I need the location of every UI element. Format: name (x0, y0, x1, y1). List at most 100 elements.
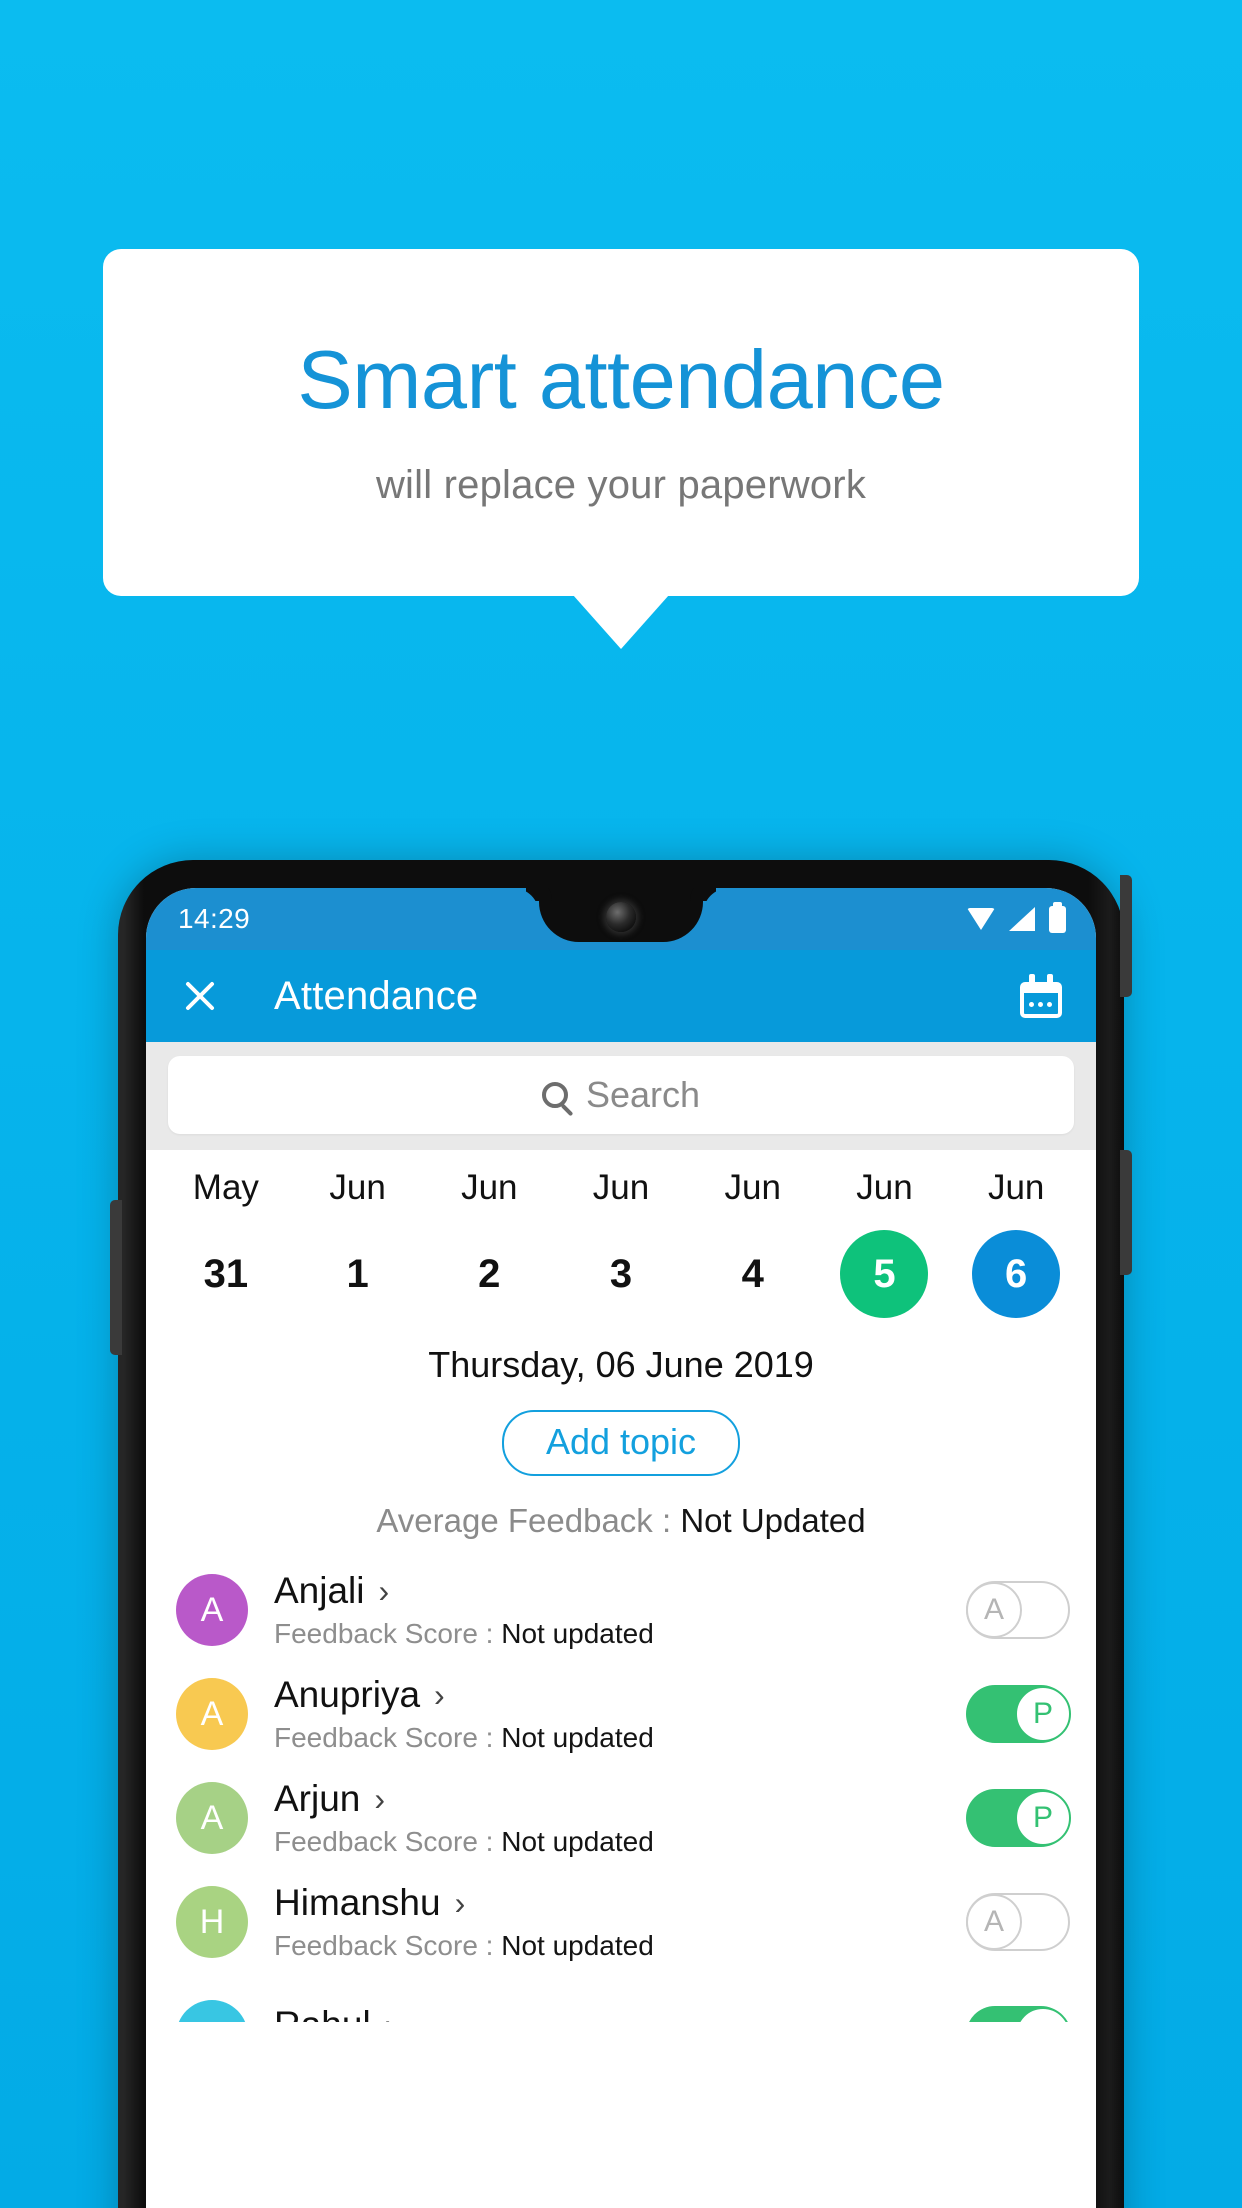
phone-power-button[interactable] (1120, 1150, 1132, 1275)
date-cell[interactable]: Jun 2 (423, 1168, 555, 1318)
student-name: Arjun (274, 1778, 361, 1819)
list-item[interactable]: A Anjali › Feedback Score : Not updated … (146, 1558, 1096, 1662)
date-day: 4 (741, 1251, 764, 1296)
feedback-score-label: Feedback Score : (274, 1826, 502, 1857)
feedback-score: Feedback Score : Not updated (274, 1722, 966, 1754)
feedback-score: Feedback Score : Not updated (274, 1618, 966, 1650)
student-name-row[interactable]: Himanshu › (274, 1882, 966, 1924)
student-name: Anupriya (274, 1674, 421, 1715)
date-month: Jun (461, 1168, 518, 1207)
feedback-score-label: Feedback Score : (274, 1618, 502, 1649)
student-name-row[interactable]: Arjun › (274, 1778, 966, 1820)
attendance-toggle-knob: P (1015, 1686, 1071, 1742)
list-item[interactable]: R Rahul › Feedback Score : Not updated P (146, 1974, 1096, 2022)
date-cell-selected[interactable]: Jun 6 (950, 1168, 1082, 1318)
attendance-toggle-absent[interactable]: A (966, 1581, 1070, 1639)
attendance-toggle-knob: P (1015, 2007, 1071, 2022)
average-feedback-label: Average Feedback : (376, 1502, 681, 1539)
list-item[interactable]: H Himanshu › Feedback Score : Not update… (146, 1870, 1096, 1974)
date-cell[interactable]: Jun 4 (687, 1168, 819, 1318)
feedback-score-label: Feedback Score : (274, 1930, 502, 1961)
add-topic-button[interactable]: Add topic (501, 1410, 741, 1476)
date-month: Jun (856, 1168, 913, 1207)
calendar-dots (1029, 1002, 1052, 1007)
page-title: Attendance (274, 973, 479, 1018)
promo-stage: Smart attendance will replace your paper… (0, 0, 1242, 2208)
average-feedback-value: Not Updated (680, 1502, 866, 1539)
attendance-toggle-absent[interactable]: A (966, 1893, 1070, 1951)
list-item-content: Anupriya › Feedback Score : Not updated (274, 1674, 966, 1754)
signal-icon (1009, 907, 1035, 931)
phone-left-button[interactable] (110, 1200, 122, 1355)
date-cell[interactable]: May 31 (160, 1168, 292, 1318)
student-list: A Anjali › Feedback Score : Not updated … (146, 1558, 1096, 2022)
feedback-score-value: Not updated (501, 1930, 654, 1961)
student-name: Himanshu (274, 1882, 441, 1923)
phone-volume-button[interactable] (1120, 875, 1132, 997)
date-month: Jun (592, 1168, 650, 1207)
status-icon-group (967, 901, 1066, 933)
feedback-score-value: Not updated (501, 1826, 654, 1857)
search-input[interactable]: Search (168, 1056, 1074, 1134)
avatar: A (176, 1678, 248, 1750)
date-month: May (192, 1168, 259, 1207)
search-bar-container: Search (146, 1042, 1096, 1150)
date-day-circle: 31 (182, 1230, 270, 1318)
chevron-right-icon: › (454, 1885, 466, 1921)
promo-title: Smart attendance (297, 332, 945, 426)
date-day: 31 (203, 1251, 249, 1296)
promo-card-tail (573, 595, 669, 649)
date-cell-today[interactable]: Jun 5 (819, 1168, 951, 1318)
battery-icon (1049, 901, 1066, 933)
wifi-icon (967, 908, 995, 930)
feedback-score-value: Not updated (501, 1722, 654, 1753)
date-day-circle: 1 (314, 1230, 402, 1318)
list-item-content: Himanshu › Feedback Score : Not updated (274, 1882, 966, 1962)
selected-date-label: Thursday, 06 June 2019 (428, 1344, 814, 1385)
list-item[interactable]: A Anupriya › Feedback Score : Not update… (146, 1662, 1096, 1766)
date-cell[interactable]: Jun 3 (555, 1168, 687, 1318)
date-month: Jun (724, 1168, 781, 1207)
avatar: A (176, 1782, 248, 1854)
phone-device: 14:29 Attendance Search May 31 Jun 1 Jun… (110, 860, 1132, 2208)
student-name-row[interactable]: Anjali › (274, 1570, 966, 1612)
search-placeholder: Search (585, 1074, 701, 1115)
date-day-circle: 5 (840, 1230, 929, 1318)
add-topic-container: Add topic (146, 1410, 1096, 1476)
student-name-row[interactable]: Anupriya › (274, 1674, 966, 1716)
list-item-content: Arjun › Feedback Score : Not updated (274, 1778, 966, 1858)
date-day: 3 (609, 1251, 633, 1296)
date-cell[interactable]: Jun 1 (292, 1168, 424, 1318)
list-item[interactable]: A Arjun › Feedback Score : Not updated P (146, 1766, 1096, 1870)
front-camera (606, 902, 636, 932)
attendance-toggle-knob: A (966, 1582, 1022, 1638)
promo-subtitle: will replace your paperwork (375, 462, 867, 507)
date-day-circle: 6 (972, 1230, 1061, 1318)
student-name-row[interactable]: Rahul › (274, 2004, 966, 2022)
attendance-toggle-present[interactable]: P (966, 1685, 1071, 1743)
list-item-content: Anjali › Feedback Score : Not updated (274, 1570, 966, 1650)
attendance-toggle-knob: A (966, 1894, 1022, 1950)
chevron-right-icon: › (374, 1781, 386, 1817)
search-icon (541, 1082, 568, 1108)
feedback-score-label: Feedback Score : (274, 1722, 502, 1753)
date-day: 6 (1005, 1251, 1028, 1296)
chevron-right-icon: › (378, 1573, 390, 1609)
calendar-body (1020, 982, 1062, 1018)
avatar: H (176, 1886, 248, 1958)
app-bar: Attendance (146, 950, 1096, 1042)
close-icon[interactable] (180, 976, 220, 1016)
attendance-toggle-knob: P (1015, 1790, 1071, 1846)
attendance-toggle-present[interactable]: P (966, 2006, 1071, 2022)
feedback-score: Feedback Score : Not updated (274, 1826, 966, 1858)
calendar-icon[interactable] (1020, 974, 1062, 1018)
date-day-circle: 2 (445, 1230, 533, 1318)
list-item-content: Rahul › Feedback Score : Not updated (274, 2004, 966, 2022)
chevron-right-icon: › (385, 2009, 396, 2022)
date-day: 1 (346, 1251, 369, 1296)
status-bar: 14:29 (146, 888, 1096, 950)
attendance-toggle-present[interactable]: P (966, 1789, 1071, 1847)
chevron-right-icon: › (434, 1677, 445, 1713)
date-strip: May 31 Jun 1 Jun 2 Jun 3 Jun 4 Jun 5 Jun… (146, 1150, 1096, 1322)
date-day: 2 (478, 1251, 501, 1296)
